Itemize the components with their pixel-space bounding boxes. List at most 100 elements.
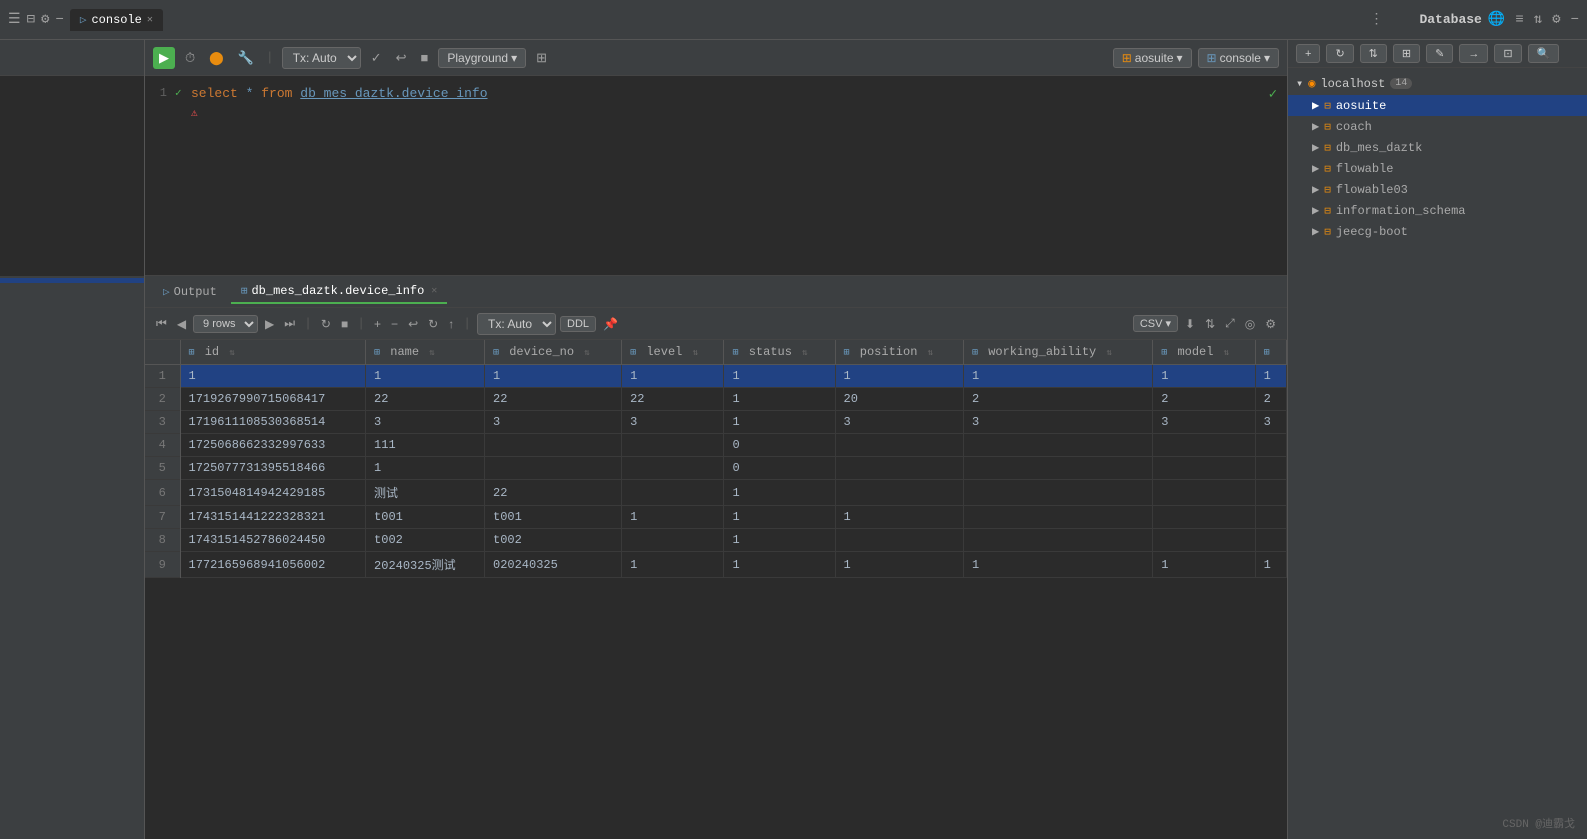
up-down-icon[interactable]: ⇅ bbox=[1534, 11, 1542, 28]
last-row-btn[interactable]: ⏭ bbox=[281, 314, 298, 333]
filter-btn[interactable]: ⇅ bbox=[1202, 315, 1218, 333]
center-area: ▶ ⏱ ⬤ 🔧 | Tx: Auto ✓ ↩ ■ Playground ▾ ⊞ … bbox=[145, 40, 1287, 839]
db-item-information-schema[interactable]: ▶ ⊟ information_schema bbox=[1288, 200, 1587, 221]
col-id-icon: ⊞ bbox=[189, 348, 195, 359]
db-item-db-mes-daztk[interactable]: ▶ ⊟ db_mes_daztk bbox=[1288, 137, 1587, 158]
table-row[interactable]: 3171961110853036851433313333 bbox=[145, 411, 1287, 434]
table-row[interactable]: 5172507773139551846610 bbox=[145, 457, 1287, 480]
col-name-icon: ⊞ bbox=[374, 348, 380, 359]
refresh-btn[interactable]: ↻ bbox=[318, 315, 334, 333]
rows-select[interactable]: 9 rows bbox=[193, 315, 258, 333]
table-row[interactable]: 81743151452786024450t002t0021 bbox=[145, 529, 1287, 552]
th-model[interactable]: ⊞ model ⇅ bbox=[1153, 340, 1255, 365]
table-row[interactable]: 71743151441222328321t001t001111 bbox=[145, 506, 1287, 529]
db-host-localhost[interactable]: ▾ ◉ localhost 14 bbox=[1288, 72, 1587, 95]
wrench-button[interactable]: 🔧 bbox=[234, 48, 258, 68]
table-row[interactable]: 1111111111 bbox=[145, 365, 1287, 388]
tab-console[interactable]: ▷ console ✕ bbox=[70, 9, 163, 31]
output-tab-output[interactable]: ▷ Output bbox=[153, 281, 227, 303]
aosuite-button[interactable]: ⊞ aosuite ▾ bbox=[1113, 48, 1192, 68]
th-name[interactable]: ⊞ name ⇅ bbox=[366, 340, 485, 365]
table-row[interactable]: 417250686623329976331110 bbox=[145, 434, 1287, 457]
table-view-btn[interactable]: ⊞ bbox=[1393, 44, 1420, 63]
csv-btn[interactable]: CSV ▾ bbox=[1133, 315, 1178, 332]
th-more[interactable]: ⊞ bbox=[1255, 340, 1286, 365]
tx-data-select[interactable]: Tx: Auto bbox=[477, 313, 556, 335]
globe-icon[interactable]: 🌐 bbox=[1488, 11, 1505, 28]
col-wa-sort[interactable]: ⇅ bbox=[1106, 348, 1111, 358]
stop-button[interactable]: ■ bbox=[417, 48, 433, 67]
table-tab-label: db_mes_daztk.device_info bbox=[251, 284, 424, 298]
orange-button[interactable]: ⬤ bbox=[205, 48, 228, 68]
minimize-icon[interactable]: − bbox=[55, 12, 63, 28]
data-table-wrapper[interactable]: ⊞ id ⇅ ⊞ name ⇅ ⊞ device_no bbox=[145, 340, 1287, 839]
db-settings-icon[interactable]: ⚙ bbox=[1552, 11, 1560, 28]
col-deviceno-sort[interactable]: ⇅ bbox=[584, 348, 589, 358]
db-item-coach[interactable]: ▶ ⊟ coach bbox=[1288, 116, 1587, 137]
history-button[interactable]: ⏱ bbox=[181, 48, 199, 68]
keyword-table: db_mes_daztk.device_info bbox=[300, 86, 487, 101]
playground-button[interactable]: Playground ▾ bbox=[438, 48, 526, 68]
th-device-no[interactable]: ⊞ device_no ⇅ bbox=[485, 340, 622, 365]
col-id-sort[interactable]: ⇅ bbox=[229, 348, 234, 358]
download-btn[interactable]: ⬇ bbox=[1182, 315, 1198, 333]
table-settings-btn[interactable]: ⚙ bbox=[1262, 315, 1279, 333]
col-position-sort[interactable]: ⇅ bbox=[928, 348, 933, 358]
th-id[interactable]: ⊞ id ⇅ bbox=[180, 340, 366, 365]
undo-button[interactable]: ↩ bbox=[392, 48, 411, 68]
split-icon[interactable]: ⊟ bbox=[27, 11, 35, 28]
undo-data-btn[interactable]: ↩ bbox=[405, 315, 421, 333]
error-indicator: ⚠ bbox=[191, 108, 198, 120]
arrow-conn-btn[interactable]: → bbox=[1459, 44, 1488, 63]
table-row[interactable]: 21719267990715068417222222120222 bbox=[145, 388, 1287, 411]
add-conn-btn[interactable]: + bbox=[1296, 44, 1320, 63]
col-model-sort[interactable]: ⇅ bbox=[1224, 348, 1229, 358]
col-status-sort[interactable]: ⇅ bbox=[802, 348, 807, 358]
refresh-conn-btn[interactable]: ↻ bbox=[1326, 44, 1353, 63]
db-item-flowable[interactable]: ▶ ⊟ flowable bbox=[1288, 158, 1587, 179]
th-working-ability[interactable]: ⊞ working_ability ⇅ bbox=[963, 340, 1152, 365]
table-row[interactable]: 9177216596894105600220240325测试0202403251… bbox=[145, 552, 1287, 578]
search-conn-btn[interactable]: 🔍 bbox=[1528, 44, 1560, 63]
th-level[interactable]: ⊞ level ⇅ bbox=[622, 340, 724, 365]
next-row-btn[interactable]: ▶ bbox=[262, 315, 277, 333]
filter-conn-btn[interactable]: ⇅ bbox=[1360, 44, 1387, 63]
remove-row-btn[interactable]: − bbox=[388, 315, 401, 333]
image-conn-btn[interactable]: ⊡ bbox=[1494, 44, 1521, 63]
run-button[interactable]: ▶ bbox=[153, 47, 175, 69]
list-icon[interactable]: ≡ bbox=[1515, 12, 1523, 28]
db-close-icon[interactable]: − bbox=[1571, 12, 1579, 28]
th-status[interactable]: ⊞ status ⇅ bbox=[724, 340, 835, 365]
ddl-btn[interactable]: DDL bbox=[560, 316, 596, 332]
output-tab-table[interactable]: ⊞ db_mes_daztk.device_info ✕ bbox=[231, 280, 447, 304]
edit-conn-btn[interactable]: ✎ bbox=[1426, 44, 1453, 63]
expand-btn[interactable]: ⤢ bbox=[1222, 314, 1238, 333]
check-button[interactable]: ✓ bbox=[367, 48, 386, 68]
menu-icon[interactable]: ☰ bbox=[8, 11, 21, 28]
settings-icon[interactable]: ⚙ bbox=[41, 11, 49, 28]
tx-select[interactable]: Tx: Auto bbox=[282, 47, 361, 69]
table-row[interactable]: 61731504814942429185测试221 bbox=[145, 480, 1287, 506]
more-options-icon[interactable]: ⋮ bbox=[1369, 11, 1383, 28]
redo-data-btn[interactable]: ↻ bbox=[425, 315, 441, 333]
table-tab-close[interactable]: ✕ bbox=[431, 285, 437, 297]
db-item-aosuite[interactable]: ▶ ⊟ aosuite bbox=[1288, 95, 1587, 116]
table-icon-btn[interactable]: ⊞ bbox=[532, 48, 551, 68]
prev-row-btn[interactable]: ◀ bbox=[174, 315, 189, 333]
stop-data-btn[interactable]: ■ bbox=[338, 315, 351, 333]
line-content-1[interactable]: select * from db_mes_daztk.device_info bbox=[191, 86, 1287, 101]
first-row-btn[interactable]: ⏮ bbox=[153, 314, 170, 333]
th-position[interactable]: ⊞ position ⇅ bbox=[835, 340, 963, 365]
footer-text: CSDN @迪霸戈 bbox=[1502, 815, 1575, 831]
view-btn[interactable]: ◎ bbox=[1242, 315, 1258, 333]
console-tab-close[interactable]: ✕ bbox=[147, 14, 153, 26]
db-item-flowable03[interactable]: ▶ ⊟ flowable03 bbox=[1288, 179, 1587, 200]
pin-btn[interactable]: 📌 bbox=[600, 315, 621, 333]
col-name-sort[interactable]: ⇅ bbox=[429, 348, 434, 358]
add-row-btn[interactable]: + bbox=[371, 315, 384, 333]
console-button[interactable]: ⊞ console ▾ bbox=[1198, 48, 1279, 68]
up-data-btn[interactable]: ↑ bbox=[445, 315, 457, 333]
db-item-jeecg-boot[interactable]: ▶ ⊟ jeecg-boot bbox=[1288, 221, 1587, 242]
connection-buttons: + ↻ ⇅ ⊞ ✎ → ⊡ 🔍 bbox=[1296, 44, 1559, 63]
col-level-sort[interactable]: ⇅ bbox=[693, 348, 698, 358]
